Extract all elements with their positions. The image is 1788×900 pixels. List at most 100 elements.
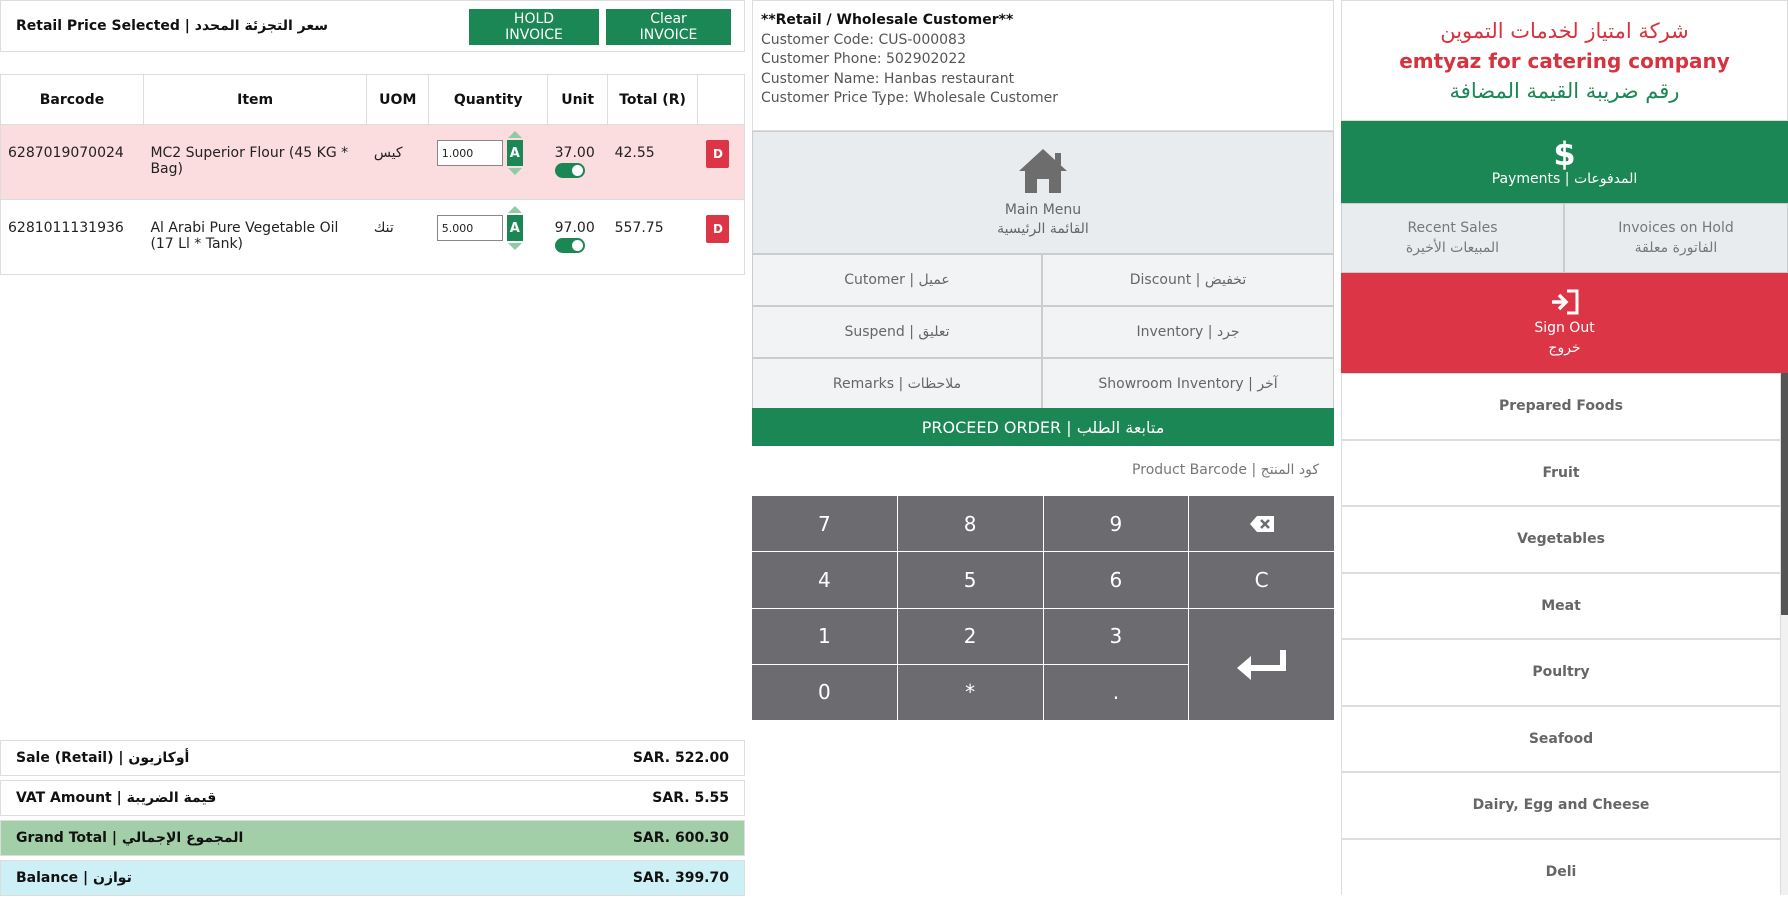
table-header-row: Barcode Item UOM Quantity Unit Total (R) [0, 74, 746, 125]
category-fruit[interactable]: Fruit [1341, 439, 1781, 506]
cell-quantity: 1.000 A [428, 124, 548, 200]
invoices-on-hold-button[interactable]: Invoices on Hold الفاتورة معلقة [1564, 203, 1788, 273]
customer-type: **Retail / Wholesale Customer** [761, 12, 1014, 28]
key-3[interactable]: 3 [1043, 608, 1189, 664]
key-asterisk[interactable]: * [897, 664, 1043, 720]
cell-uom: تنك [366, 199, 429, 275]
customer-code: Customer Code: CUS-000083 [761, 31, 966, 48]
table-row[interactable]: 6287019070024 MC2 Superior Flour (45 KG … [0, 124, 746, 200]
column-header-uom: UOM [366, 74, 430, 125]
customer-button[interactable]: Cutomer | عميل [752, 254, 1042, 306]
sale-value: SAR. 522.00 [632, 750, 729, 766]
category-list: Prepared Foods Fruit Vegetables Meat Pou… [1341, 373, 1781, 895]
category-dairy-egg-cheese[interactable]: Dairy, Egg and Cheese [1341, 772, 1781, 839]
key-7[interactable]: 7 [752, 496, 897, 552]
delete-item-button[interactable]: D [706, 140, 730, 168]
vat-total-row: VAT Amount | قيمة الضريبة SAR. 5.55 [0, 780, 745, 816]
unit-toggle[interactable] [554, 163, 585, 178]
invoice-header: Retail Price Selected | سعر التجزئة المح… [0, 0, 745, 52]
showroom-inventory-button[interactable]: Showroom Inventory | آخر [1042, 358, 1334, 410]
invoices-hold-label-ar: الفاتورة معلقة [1634, 240, 1718, 256]
sign-out-button[interactable]: Sign Out خروج [1341, 273, 1788, 373]
payments-button[interactable]: $ Payments | المدفوعات [1341, 121, 1788, 203]
column-header-actions [696, 74, 746, 125]
hold-invoice-button[interactable]: HOLD INVOICE [469, 9, 599, 45]
remarks-button[interactable]: Remarks | ملاحظات [752, 358, 1042, 410]
main-menu-label: Main Menu [1004, 201, 1082, 218]
column-header-unit: Unit [547, 74, 609, 125]
key-5[interactable]: 5 [897, 552, 1043, 608]
customer-price-type: Customer Price Type: Wholesale Customer [761, 90, 1058, 106]
key-0[interactable]: 0 [752, 664, 897, 720]
sign-out-label-ar: خروج [1548, 340, 1581, 356]
invoice-items-table: Barcode Item UOM Quantity Unit Total (R)… [0, 74, 746, 275]
unit-price: 97.00 [554, 220, 595, 236]
scrollbar-thumb[interactable] [1781, 373, 1788, 615]
cell-uom: كيس [366, 124, 429, 200]
key-9[interactable]: 9 [1043, 496, 1189, 552]
main-menu-button[interactable]: Main Menu القائمة الرئيسية [752, 131, 1334, 254]
column-header-quantity: Quantity [428, 74, 549, 125]
main-menu-label-ar: القائمة الرئيسية [997, 220, 1089, 237]
customer-phone: Customer Phone: 502902022 [761, 51, 967, 67]
discount-button[interactable]: Discount | تخفيض [1042, 254, 1334, 306]
category-vegetables[interactable]: Vegetables [1341, 506, 1781, 573]
key-1[interactable]: 1 [752, 608, 897, 664]
recent-sales-label: Recent Sales [1407, 220, 1498, 236]
clear-key[interactable]: C [1189, 552, 1334, 608]
category-seafood[interactable]: Seafood [1341, 705, 1781, 772]
category-scrollbar[interactable] [1781, 373, 1788, 895]
customer-info: **Retail / Wholesale Customer** Customer… [752, 0, 1334, 131]
quantity-stepper[interactable]: A [506, 206, 523, 250]
grand-total-label: Grand Total | المجموع الإجمالي [16, 830, 244, 846]
quantity-input[interactable]: 5.000 [436, 215, 503, 241]
grand-total-value: SAR. 600.30 [632, 830, 729, 846]
key-6[interactable]: 6 [1043, 552, 1189, 608]
delete-item-button[interactable]: D [706, 215, 730, 243]
cell-item: Al Arabi Pure Vegetable Oil (17 Ll * Tan… [143, 199, 367, 275]
clear-invoice-button[interactable]: Clear INVOICE [606, 9, 731, 45]
company-name-en: emtyaz for catering company [1399, 48, 1730, 73]
numeric-keypad: 7 8 9 4 5 6 C 1 2 3 0 * . [752, 496, 1334, 720]
vat-number-label: رقم ضريبة القيمة المضافة [1449, 78, 1680, 103]
customer-name: Customer Name: Hanbas restaurant [761, 70, 1015, 87]
product-barcode-label[interactable]: Product Barcode | كود المنتج [1132, 462, 1319, 478]
cell-item: MC2 Superior Flour (45 KG * Bag) [143, 124, 367, 200]
key-decimal[interactable]: . [1043, 664, 1189, 720]
quantity-stepper[interactable]: A [506, 131, 523, 175]
category-deli[interactable]: Deli [1341, 838, 1781, 895]
quantity-input[interactable]: 1.000 [436, 140, 503, 166]
column-header-barcode: Barcode [0, 74, 144, 125]
column-header-item: Item [142, 74, 368, 125]
cell-actions: D [697, 199, 746, 275]
vat-label: VAT Amount | قيمة الضريبة [16, 790, 217, 806]
enter-key[interactable] [1189, 608, 1334, 720]
inventory-button[interactable]: Inventory | جرد [1042, 306, 1334, 358]
actions-panel: **Retail / Wholesale Customer** Customer… [752, 0, 1334, 895]
key-2[interactable]: 2 [897, 608, 1043, 664]
unit-toggle[interactable] [554, 238, 585, 253]
sign-in-icon [1551, 289, 1578, 315]
sales-buttons: Recent Sales المبيعات الأخيرة Invoices o… [1341, 203, 1788, 273]
proceed-order-button[interactable]: PROCEED ORDER | متابعة الطلب [752, 408, 1334, 446]
table-row[interactable]: 6281011131936 Al Arabi Pure Vegetable Oi… [0, 199, 746, 275]
balance-value: SAR. 399.70 [632, 870, 729, 886]
cell-barcode: 6281011131936 [0, 199, 144, 275]
suspend-button[interactable]: Suspend | تعليق [752, 306, 1042, 358]
company-name-ar: شركة امتياز لخدمات التموين [1440, 18, 1689, 43]
backspace-key[interactable] [1189, 496, 1334, 552]
cell-barcode: 6287019070024 [0, 124, 144, 200]
category-prepared-foods[interactable]: Prepared Foods [1341, 373, 1781, 440]
column-header-total: Total (R) [607, 74, 698, 125]
category-meat[interactable]: Meat [1341, 572, 1781, 639]
navigation-panel: شركة امتياز لخدمات التموين emtyaz for ca… [1341, 0, 1788, 895]
category-poultry[interactable]: Poultry [1341, 639, 1781, 706]
action-buttons-grid: Cutomer | عميل Discount | تخفيض Suspend … [752, 254, 1334, 410]
home-icon [1019, 148, 1067, 193]
cell-total: 557.75 [607, 199, 698, 275]
grand-total-row: Grand Total | المجموع الإجمالي SAR. 600.… [0, 820, 745, 856]
recent-sales-button[interactable]: Recent Sales المبيعات الأخيرة [1341, 203, 1564, 273]
key-4[interactable]: 4 [752, 552, 897, 608]
totals-section: Sale (Retail) | أوكازيون SAR. 522.00 VAT… [0, 740, 745, 900]
key-8[interactable]: 8 [897, 496, 1043, 552]
